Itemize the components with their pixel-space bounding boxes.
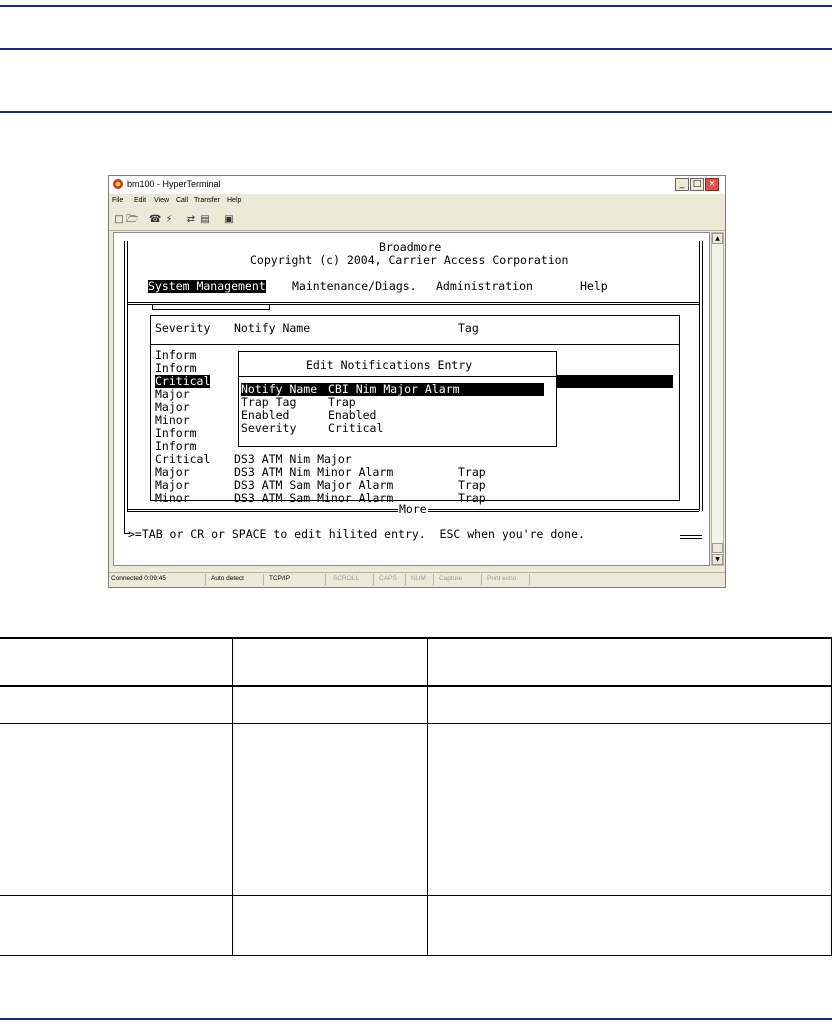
scroll-thumb[interactable] <box>712 543 723 553</box>
scroll-down-button[interactable]: ▼ <box>712 554 723 565</box>
status-separator <box>405 574 406 585</box>
top-rule <box>0 5 832 7</box>
status-scroll: SCROLL <box>333 575 360 582</box>
status-caps: CAPS <box>379 575 397 582</box>
menu-help-terminal[interactable]: Help <box>580 280 608 293</box>
status-separator <box>433 574 434 585</box>
submenu-tab-right <box>269 304 270 310</box>
menu-file[interactable]: File <box>112 197 123 204</box>
column-header-severity: Severity <box>155 321 211 335</box>
menu-bar: File Edit View Call Transfer Help <box>109 196 725 208</box>
menu-administration[interactable]: Administration <box>436 280 533 293</box>
status-separator <box>529 574 530 585</box>
column-header-tag: Tag <box>458 321 479 335</box>
status-protocol: TCP/IP <box>269 575 290 582</box>
frame-left-inner <box>127 241 128 511</box>
table-top-border <box>0 637 832 639</box>
vertical-scrollbar[interactable]: ▲ ▼ <box>711 232 724 566</box>
toolbar: □ 🗁 ☎ ⚡ ⇄ ▤ ▣ <box>109 210 725 231</box>
close-button[interactable]: × <box>705 178 719 191</box>
status-num: NUM <box>411 575 426 582</box>
status-separator <box>205 574 206 585</box>
header-copyright: Copyright (c) 2004, Carrier Access Corpo… <box>250 253 569 267</box>
status-separator <box>325 574 326 585</box>
field-value-severity[interactable]: Critical <box>328 422 383 435</box>
menu-transfer[interactable]: Transfer <box>194 197 220 204</box>
field-label-severity[interactable]: Severity <box>241 422 296 435</box>
status-separator <box>481 574 482 585</box>
status-detect: Auto detect <box>211 575 244 582</box>
open-folder-icon[interactable]: 🗁 <box>126 214 138 225</box>
status-capture: Capture <box>439 575 463 582</box>
scroll-up-button[interactable]: ▲ <box>712 233 723 244</box>
title-bar[interactable]: bm100 - HyperTerminal _ □ × <box>109 176 725 194</box>
status-separator <box>373 574 374 585</box>
prompt-rule-right <box>680 535 702 536</box>
maximize-button[interactable]: □ <box>690 178 704 191</box>
send-file-icon[interactable]: ⇄ <box>185 214 197 225</box>
menu-edit[interactable]: Edit <box>134 197 146 204</box>
status-bar: Connected 0:09:45 Auto detect TCP/IP SCR… <box>109 572 725 587</box>
section-rule <box>0 111 832 113</box>
table-column-border <box>232 637 233 955</box>
menu-system-management[interactable]: System Management <box>148 280 266 293</box>
menu-help[interactable]: Help <box>227 197 241 204</box>
header-rule <box>0 48 832 50</box>
row-notify-name[interactable]: DS3 ATM Sam Minor Alarm <box>234 492 393 505</box>
hyperterminal-window: bm100 - HyperTerminal _ □ × File Edit Vi… <box>108 175 726 588</box>
table-row-border <box>0 895 832 896</box>
terminal-screen[interactable]: Broadmore Copyright (c) 2004, Carrier Ac… <box>113 232 710 566</box>
dialog-title: Edit Notifications Entry <box>306 358 473 372</box>
minimize-button[interactable]: _ <box>675 178 689 191</box>
status-print-echo: Print echo <box>487 575 517 582</box>
status-separator <box>263 574 264 585</box>
table-header-border <box>0 685 832 687</box>
row-severity[interactable]: Minor <box>155 492 190 505</box>
new-document-icon[interactable]: □ <box>113 214 125 225</box>
list-header-separator <box>150 344 680 345</box>
menu-maintenance-diags[interactable]: Maintenance/Diags. <box>292 280 417 293</box>
frame-left <box>124 241 125 511</box>
window-title: bm100 - HyperTerminal <box>127 179 221 189</box>
connect-phone-icon[interactable]: ☎ <box>149 214 161 225</box>
properties-icon[interactable]: ▣ <box>223 214 235 225</box>
prompt-corner-v <box>124 511 125 533</box>
menu-call[interactable]: Call <box>176 197 188 204</box>
menu-view[interactable]: View <box>154 197 169 204</box>
prompt-line: >=TAB or CR or SPACE to edit hilited ent… <box>128 527 585 541</box>
row-tag[interactable]: Trap <box>458 492 486 505</box>
frame-menu-separator <box>127 302 699 303</box>
hyperterminal-app-icon <box>113 179 123 189</box>
receive-file-icon[interactable]: ▤ <box>199 214 211 225</box>
dialog-title-separator <box>238 376 557 377</box>
prompt-rule-right-2 <box>680 538 702 539</box>
more-indicator: More <box>398 502 428 516</box>
frame-right-inner <box>702 241 703 511</box>
disconnect-icon[interactable]: ⚡ <box>163 214 175 225</box>
footer-rule <box>0 1018 832 1020</box>
selected-row-highlight <box>556 375 673 388</box>
column-header-notify-name: Notify Name <box>234 321 311 335</box>
status-connected: Connected 0:09:45 <box>111 575 166 582</box>
table-column-border <box>427 637 428 955</box>
frame-right <box>699 241 700 511</box>
frame-menu-separator-2 <box>127 304 699 305</box>
table-bottom-border <box>0 955 832 956</box>
table-row-border <box>0 723 832 724</box>
submenu-tab-top <box>152 309 269 310</box>
